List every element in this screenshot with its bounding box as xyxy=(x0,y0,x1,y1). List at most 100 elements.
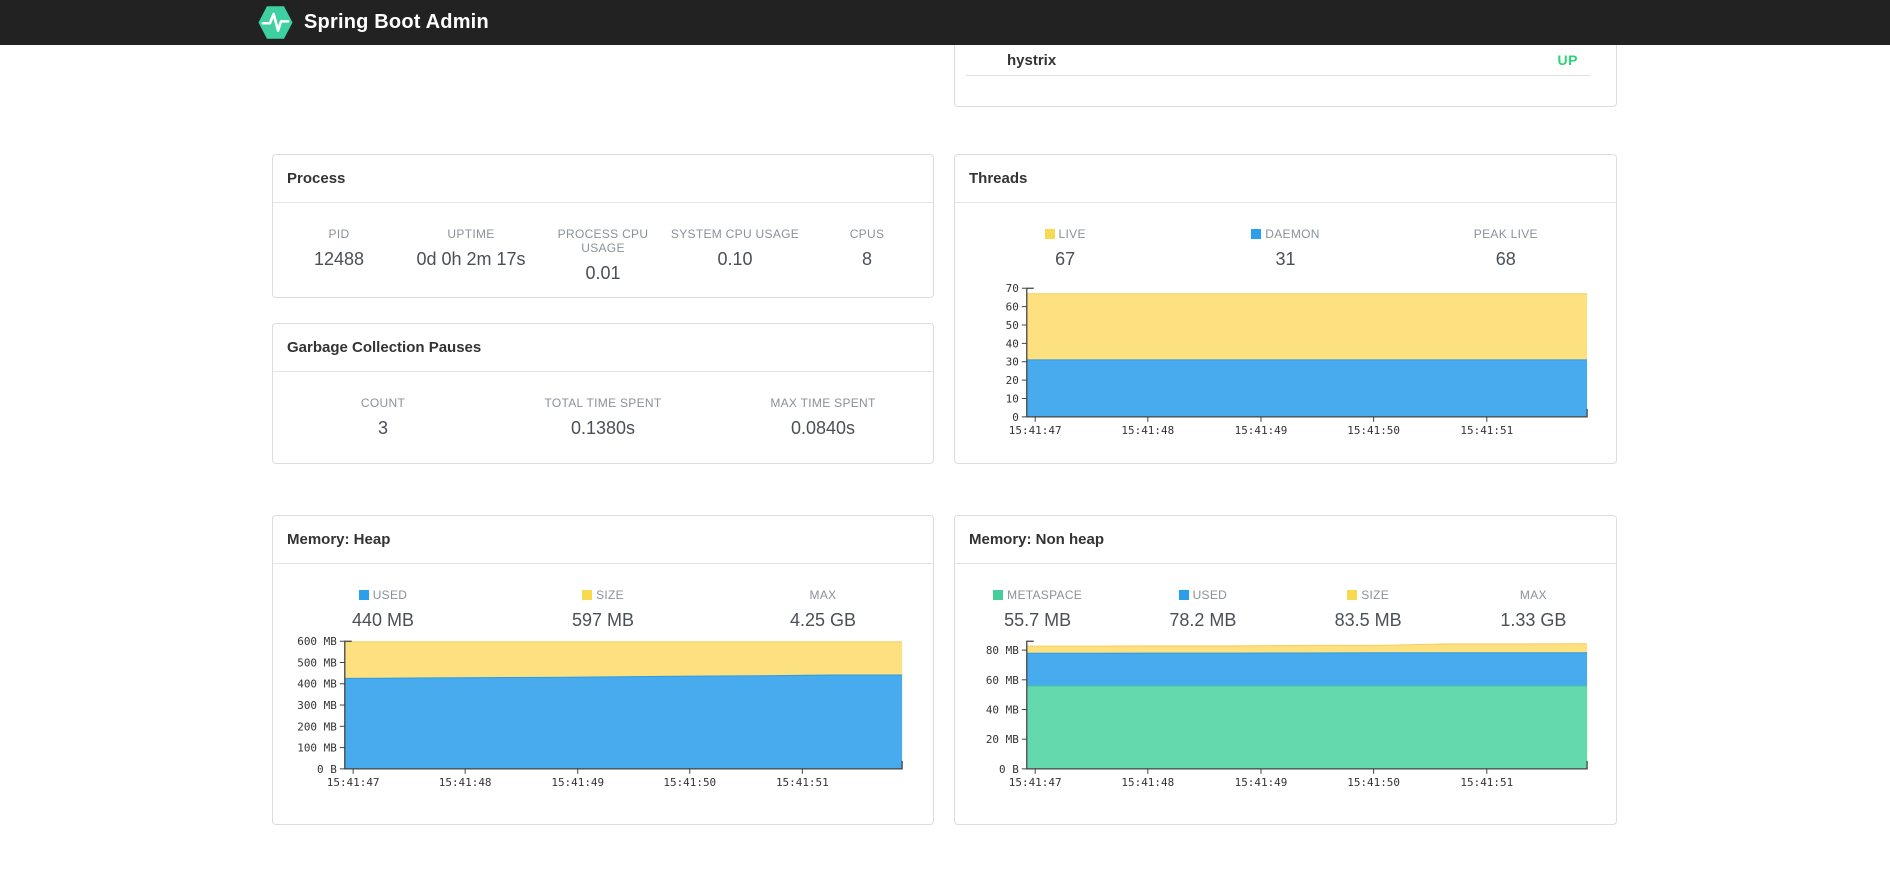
stat-label-row: USED xyxy=(1120,588,1285,602)
stat-label: METASPACE xyxy=(1007,588,1083,602)
stat-label-row: CPUS xyxy=(801,227,933,241)
svg-text:15:41:47: 15:41:47 xyxy=(1009,776,1062,789)
stat: LIVE 67 xyxy=(955,227,1175,270)
svg-text:15:41:50: 15:41:50 xyxy=(663,776,716,789)
svg-text:15:41:49: 15:41:49 xyxy=(1235,776,1288,789)
legend-swatch xyxy=(1044,229,1055,239)
card-header: Memory: Non heap xyxy=(955,516,1616,564)
stat-label-row: MAX xyxy=(1451,588,1616,602)
stat-label-row: DAEMON xyxy=(1175,227,1395,241)
memory-nonheap-card: Memory: Non heap METASPACE 55.7 MB USED … xyxy=(954,515,1617,825)
stat: MAX TIME SPENT 0.0840s xyxy=(713,396,933,439)
threads-chart: 0 10 20 30 40 50 60 70 15:41:47 15:41:48 15:41:49 1… xyxy=(1006,282,1588,437)
stat-label: UPTIME xyxy=(447,227,495,241)
svg-text:0: 0 xyxy=(1012,411,1019,424)
threads-card: Threads LIVE 67 DAEMON 31 PEAK LIVE 68 0… xyxy=(954,154,1617,464)
stat-label: PID xyxy=(328,227,350,241)
svg-text:70: 70 xyxy=(1006,282,1019,295)
card-header: Threads xyxy=(955,155,1616,203)
stat-label-row: SIZE xyxy=(493,588,713,602)
stat-label-row: UPTIME xyxy=(405,227,537,241)
card-header: Process xyxy=(273,155,933,203)
stat: UPTIME 0d 0h 2m 17s xyxy=(405,227,537,284)
stat-label: USED xyxy=(372,588,408,602)
stat-label: PEAK LIVE xyxy=(1473,227,1538,241)
navbar: Spring Boot Admin xyxy=(0,0,1890,45)
divider xyxy=(966,75,1590,76)
card-header: Garbage Collection Pauses xyxy=(273,324,933,372)
stat-label: MAX xyxy=(1519,588,1547,602)
stat-label: CPUS xyxy=(849,227,885,241)
card-header: Memory: Heap xyxy=(273,516,933,564)
memory-heap-chart: 0 B 100 MB 200 MB 300 MB 400 MB 500 MB 600 MB 1… xyxy=(297,635,903,789)
stat-label-row: PROCESS CPU USAGE xyxy=(537,227,669,255)
stat-label-row: METASPACE xyxy=(955,588,1120,602)
status-badge: UP xyxy=(1557,52,1578,68)
stat-label: DAEMON xyxy=(1265,227,1320,241)
stat-label-row: COUNT xyxy=(273,396,493,410)
svg-text:400 MB: 400 MB xyxy=(297,678,337,691)
card-title: Threads xyxy=(969,170,1028,187)
process-stats: PID 12488 UPTIME 0d 0h 2m 17s PROCESS CP… xyxy=(273,227,933,284)
legend-swatch xyxy=(358,590,369,600)
stat: USED 78.2 MB xyxy=(1120,588,1285,631)
svg-text:10: 10 xyxy=(1006,392,1019,405)
stat: METASPACE 55.7 MB xyxy=(955,588,1120,631)
stat-label: USED xyxy=(1192,588,1228,602)
svg-text:100 MB: 100 MB xyxy=(297,742,337,755)
stat-label-row: SIZE xyxy=(1286,588,1451,602)
svg-text:15:41:49: 15:41:49 xyxy=(551,776,604,789)
memory-heap-card: Memory: Heap USED 440 MB SIZE 597 MB MAX… xyxy=(272,515,934,825)
stat: MAX 4.25 GB xyxy=(713,588,933,631)
status-row: hystrix UP xyxy=(955,45,1616,75)
stat-label: MAX TIME SPENT xyxy=(770,396,876,410)
stat-value: 67 xyxy=(1055,249,1076,269)
stat-value: 0.10 xyxy=(717,249,753,269)
stat: TOTAL TIME SPENT 0.1380s xyxy=(493,396,713,439)
stat-label: COUNT xyxy=(360,396,406,410)
gc-pauses-card: Garbage Collection Pauses COUNT 3 TOTAL … xyxy=(272,323,934,464)
stat-value: 68 xyxy=(1495,249,1516,269)
stat-value: 3 xyxy=(377,418,388,438)
gc-stats: COUNT 3 TOTAL TIME SPENT 0.1380s MAX TIM… xyxy=(273,396,933,439)
stat-label-row: TOTAL TIME SPENT xyxy=(493,396,713,410)
card-title: Memory: Non heap xyxy=(969,531,1105,548)
svg-text:60: 60 xyxy=(1006,301,1019,314)
brand-link[interactable]: Spring Boot Admin xyxy=(257,4,489,41)
stat-label: LIVE xyxy=(1058,227,1086,241)
stat-value: 31 xyxy=(1275,249,1296,269)
svg-text:20: 20 xyxy=(1006,374,1019,387)
stat: SYSTEM CPU USAGE 0.10 xyxy=(669,227,801,284)
stat-label-row: PID xyxy=(273,227,405,241)
svg-text:15:41:48: 15:41:48 xyxy=(1121,776,1174,789)
stat-label: SYSTEM CPU USAGE xyxy=(670,227,800,241)
stat-label: SIZE xyxy=(596,588,624,602)
svg-text:30: 30 xyxy=(1006,356,1019,369)
svg-text:15:41:49: 15:41:49 xyxy=(1235,424,1288,437)
card-title: Memory: Heap xyxy=(287,531,391,548)
content: hystrix UP Process PID 12488 UPTIME 0d 0… xyxy=(272,45,1618,892)
card-title: Garbage Collection Pauses xyxy=(287,339,482,356)
stat-label-row: LIVE xyxy=(955,227,1175,241)
legend-swatch xyxy=(1178,590,1189,600)
svg-text:40: 40 xyxy=(1006,337,1019,350)
stat: MAX 1.33 GB xyxy=(1451,588,1616,631)
stat-label: PROCESS CPU USAGE xyxy=(557,227,649,255)
stat-value: 12488 xyxy=(313,249,365,269)
stat-label: SIZE xyxy=(1361,588,1390,602)
page: Spring Boot Admin hystrix UP Process PID… xyxy=(0,0,1890,892)
stat: DAEMON 31 xyxy=(1175,227,1395,270)
threads-stats: LIVE 67 DAEMON 31 PEAK LIVE 68 xyxy=(955,227,1616,270)
svg-text:50: 50 xyxy=(1006,319,1019,332)
legend-swatch xyxy=(1251,229,1262,239)
stat-label-row: MAX TIME SPENT xyxy=(713,396,933,410)
spring-boot-admin-logo-icon xyxy=(258,6,293,39)
svg-text:15:41:51: 15:41:51 xyxy=(1460,776,1513,789)
svg-text:40 MB: 40 MB xyxy=(986,703,1019,716)
svg-text:15:41:48: 15:41:48 xyxy=(439,776,492,789)
stat: SIZE 597 MB xyxy=(493,588,713,631)
nonheap-stats: METASPACE 55.7 MB USED 78.2 MB SIZE 83.5… xyxy=(955,588,1616,631)
svg-text:60 MB: 60 MB xyxy=(986,674,1019,687)
svg-text:15:41:50: 15:41:50 xyxy=(1347,424,1400,437)
process-card: Process PID 12488 UPTIME 0d 0h 2m 17s PR… xyxy=(272,154,934,298)
